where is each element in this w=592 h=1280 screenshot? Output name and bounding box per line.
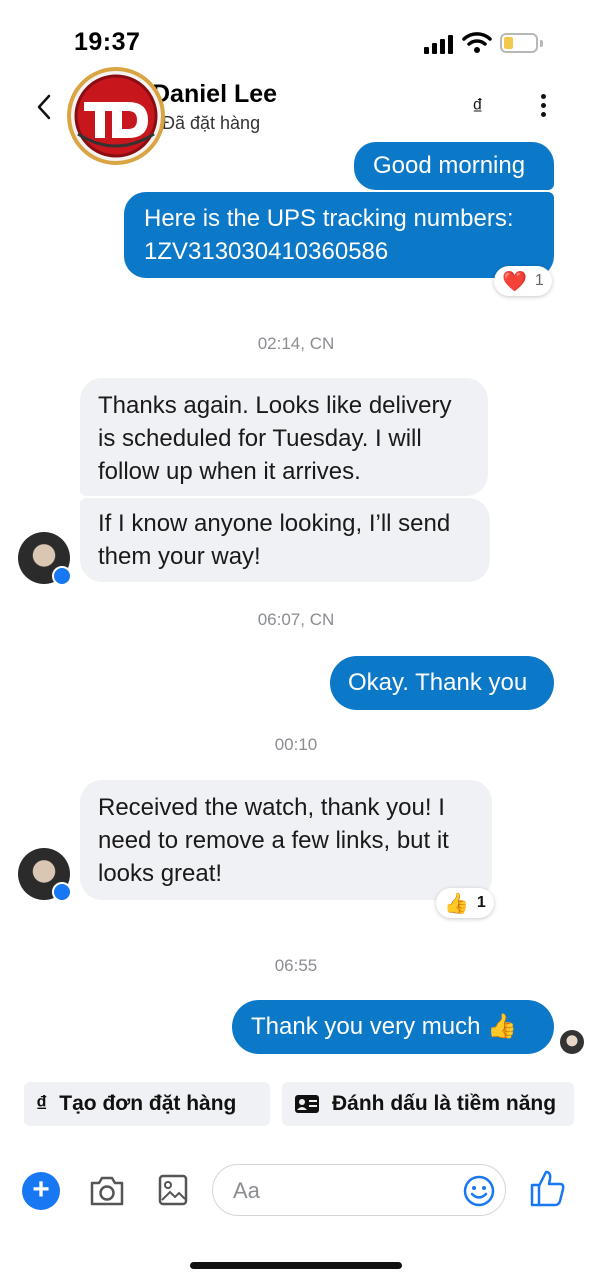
contact-card-icon [295, 1095, 319, 1113]
message-timestamp: 02:14, CN [257, 334, 335, 353]
message-text: Received the watch, thank you! I [98, 794, 445, 821]
td-watermark-logo [67, 67, 165, 165]
thumbs-up-reaction-icon: 👍 [444, 892, 469, 915]
outgoing-message[interactable]: Good morning [354, 142, 554, 190]
message-text: Okay. Thank you [348, 669, 528, 696]
incoming-message[interactable]: Received the watch, thank you! I need to… [80, 780, 492, 900]
contact-avatar[interactable] [18, 532, 72, 586]
status-time: 19:37 [74, 28, 141, 56]
more-vertical-icon[interactable] [538, 94, 548, 120]
message-text: Here is the UPS tracking numbers: [144, 205, 514, 232]
mark-potential-button[interactable]: Đánh dấu là tiềm năng [282, 1082, 574, 1126]
outgoing-message[interactable]: Thank you very much 👍 [232, 1000, 554, 1054]
mark-potential-label: Đánh dấu là tiềm năng [332, 1092, 557, 1115]
message-reaction[interactable]: ❤️ 1 [494, 266, 552, 296]
message-text: Thank you very much 👍 [251, 1013, 517, 1040]
message-text: need to remove a few links, but it [98, 827, 449, 854]
battery-icon [500, 33, 538, 53]
seen-avatar [560, 1030, 584, 1054]
like-thumb-icon[interactable] [528, 1168, 566, 1208]
messenger-badge-icon [52, 882, 72, 902]
create-order-button[interactable]: ₫ Tạo đơn đặt hàng [24, 1082, 270, 1126]
camera-icon[interactable] [88, 1174, 126, 1208]
message-text: looks great! [98, 860, 223, 887]
heart-reaction-icon: ❤️ [502, 270, 527, 293]
currency-dong-icon[interactable]: ₫ [472, 94, 483, 120]
contact-avatar[interactable] [18, 848, 72, 902]
wifi-icon [462, 32, 492, 53]
reaction-count: 1 [476, 894, 486, 911]
message-timestamp: 06:55 [274, 956, 318, 975]
contact-name[interactable]: Daniel Lee [152, 80, 277, 109]
outgoing-message[interactable]: Okay. Thank you [330, 656, 554, 710]
home-indicator [190, 1262, 402, 1269]
message-text: Thanks again. Looks like delivery [98, 392, 452, 419]
message-input[interactable] [233, 1177, 453, 1205]
message-text: them your way! [98, 543, 261, 570]
message-timestamp: 00:10 [274, 735, 318, 754]
outgoing-message[interactable]: Here is the UPS tracking numbers: 1ZV313… [124, 192, 554, 278]
battery-cap [540, 40, 543, 47]
back-chevron-icon[interactable] [32, 92, 56, 122]
message-input-field[interactable] [212, 1164, 506, 1216]
message-text: is scheduled for Tuesday. I will [98, 425, 422, 452]
messenger-badge-icon [52, 566, 72, 586]
cellular-signal-icon [424, 34, 454, 54]
message-reaction[interactable]: 👍 1 [436, 888, 494, 918]
emoji-icon[interactable] [463, 1175, 495, 1207]
plus-icon[interactable]: + [22, 1172, 60, 1210]
gallery-icon[interactable] [158, 1174, 188, 1206]
create-order-label: Tạo đơn đặt hàng [59, 1092, 237, 1115]
message-text: follow up when it arrives. [98, 458, 361, 485]
incoming-message[interactable]: Thanks again. Looks like delivery is sch… [80, 378, 488, 496]
battery-level [504, 37, 513, 49]
incoming-message[interactable]: If I know anyone looking, I’ll send them… [80, 498, 490, 582]
contact-status: Đã đặt hàng [162, 113, 261, 133]
message-text: Good morning [373, 152, 526, 179]
message-text: If I know anyone looking, I’ll send [98, 510, 451, 537]
currency-dong-icon: ₫ [36, 1091, 48, 1116]
message-timestamp: 06:07, CN [257, 610, 335, 629]
reaction-count: 1 [534, 272, 544, 289]
message-text: 1ZV313030410360586 [144, 238, 389, 265]
